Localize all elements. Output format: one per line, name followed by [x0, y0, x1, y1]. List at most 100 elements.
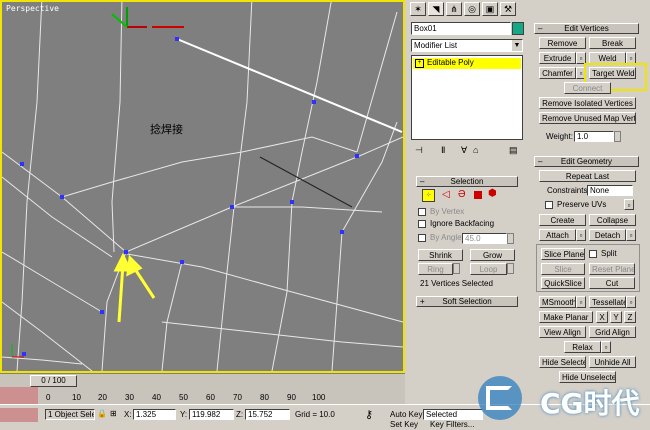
detach-settings-icon[interactable]: ▫ [626, 229, 636, 241]
chevron-down-icon[interactable]: ▼ [512, 40, 522, 51]
motion-tab-icon[interactable]: ◎ [464, 2, 480, 16]
detach-button[interactable]: Detach [589, 229, 626, 241]
remove-isolated-vertices-button[interactable]: Remove Isolated Vertices [539, 97, 636, 109]
by-vertex-checkbox[interactable] [418, 208, 426, 216]
key-icon[interactable]: ⚷ [365, 410, 373, 421]
slice-button[interactable]: Slice [541, 263, 585, 275]
border-mode-icon[interactable]: Ə [458, 190, 466, 200]
planar-y-button[interactable]: Y [610, 311, 622, 323]
soft-selection-rollout-header[interactable]: + Soft Selection [416, 296, 518, 307]
attach-list-icon[interactable]: ▫ [576, 229, 586, 241]
view-align-button[interactable]: View Align [539, 326, 586, 338]
configure-sets-icon[interactable]: ▤ [509, 145, 518, 155]
display-tab-icon[interactable]: ▣ [482, 2, 498, 16]
modifier-stack[interactable]: + Editable Poly [411, 55, 523, 140]
chamfer-button[interactable]: Chamfer [539, 67, 576, 79]
planar-z-button[interactable]: Z [624, 311, 636, 323]
ring-button[interactable]: Ring [418, 263, 453, 275]
time-slider-thumb[interactable]: 0 / 100 [30, 375, 77, 387]
grid-align-button[interactable]: Grid Align [589, 326, 636, 338]
x-coordinate-field[interactable]: 1.325 [133, 409, 176, 420]
create-tab-icon[interactable]: ✶ [410, 2, 426, 16]
shrink-button[interactable]: Shrink [418, 249, 463, 261]
by-angle-checkbox[interactable] [418, 234, 426, 242]
weight-field[interactable]: 1.0 [574, 131, 614, 142]
set-key-button[interactable]: Set Key [390, 420, 418, 430]
make-unique-icon[interactable]: ∀ [461, 145, 467, 155]
auto-key-button[interactable]: Auto Key [390, 410, 422, 420]
remove-unused-map-verts-button[interactable]: Remove Unused Map Verts [539, 112, 636, 124]
edit-geometry-rollout-header[interactable]: – Edit Geometry [534, 156, 639, 167]
stack-item-editable-poly[interactable]: + Editable Poly [413, 58, 521, 69]
remove-button[interactable]: Remove [539, 37, 586, 49]
tessellate-settings-icon[interactable]: ▫ [626, 296, 636, 308]
grow-button[interactable]: Grow [470, 249, 515, 261]
msmooth-button[interactable]: MSmooth [539, 296, 576, 308]
object-color-swatch[interactable] [512, 22, 524, 35]
utilities-tab-icon[interactable]: ⚒ [500, 2, 516, 16]
perspective-viewport[interactable]: Perspective 捻焊接 [0, 0, 405, 373]
time-slider-track[interactable]: 0 / 100 [0, 373, 405, 387]
relax-button[interactable]: Relax [564, 341, 601, 353]
remove-modifier-icon[interactable]: ⌂ [473, 145, 478, 155]
extrude-button[interactable]: Extrude [539, 52, 576, 64]
unhide-all-button[interactable]: Unhide All [589, 356, 636, 368]
modify-tab-icon[interactable]: ◥ [428, 2, 444, 16]
viewport-label[interactable]: Perspective [6, 4, 59, 13]
expand-icon[interactable]: + [415, 59, 424, 68]
preserve-uvs-checkbox[interactable] [545, 201, 553, 209]
show-end-result-icon[interactable]: Ⅱ [441, 145, 445, 155]
weight-spinner[interactable] [614, 131, 621, 142]
by-angle-field[interactable]: 45.0 [462, 233, 507, 244]
tick-label: 10 [72, 393, 81, 402]
timeline-ticks: 0 10 20 30 40 50 60 70 80 90 100 [46, 387, 401, 404]
polygon-mode-icon[interactable] [474, 191, 482, 199]
maxscript-listener[interactable] [0, 408, 38, 422]
attach-button[interactable]: Attach [539, 229, 576, 241]
transform-mode-icon[interactable]: ⊞ [110, 409, 117, 419]
collapse-button[interactable]: Collapse [589, 214, 636, 226]
tessellate-button[interactable]: Tessellate [589, 296, 626, 308]
vertex-mode-icon[interactable]: ⁘ [422, 189, 435, 202]
selection-rollout-header[interactable]: – Selection [416, 176, 518, 187]
object-name-field[interactable]: Box01 [411, 22, 511, 35]
split-checkbox[interactable] [589, 250, 597, 258]
z-coordinate-field[interactable]: 15.752 [245, 409, 290, 420]
y-coordinate-field[interactable]: 119.982 [189, 409, 234, 420]
modifier-list-dropdown[interactable]: Modifier List [411, 39, 523, 52]
expand-icon: + [420, 297, 425, 306]
angle-spinner[interactable] [507, 233, 514, 244]
tick-label: 20 [98, 393, 107, 402]
reset-plane-button[interactable]: Reset Plane [589, 263, 635, 275]
pin-stack-icon[interactable]: ⊣ [415, 145, 423, 155]
collapse-icon: – [538, 24, 543, 33]
edit-vertices-rollout-header[interactable]: – Edit Vertices [534, 23, 639, 34]
tick-label: 90 [287, 393, 296, 402]
quickslice-button[interactable]: QuickSlice [541, 277, 585, 289]
timeline-ruler[interactable]: 0 10 20 30 40 50 60 70 80 90 100 [0, 387, 405, 404]
break-button[interactable]: Break [589, 37, 636, 49]
element-mode-icon[interactable]: ⬢ [488, 189, 497, 199]
relax-settings-icon[interactable]: ▫ [601, 341, 611, 353]
repeat-last-button[interactable]: Repeat Last [539, 170, 636, 182]
create-button[interactable]: Create [539, 214, 586, 226]
msmooth-settings-icon[interactable]: ▫ [576, 296, 586, 308]
slice-plane-button[interactable]: Slice Plane [541, 248, 585, 260]
constraints-dropdown[interactable]: None [587, 185, 633, 196]
key-mode-dropdown[interactable]: Selected [423, 409, 483, 420]
edge-mode-icon[interactable]: ◁ [442, 190, 450, 200]
hierarchy-tab-icon[interactable]: ⋔ [446, 2, 462, 16]
by-angle-label: By Angle: [430, 233, 464, 242]
cut-button[interactable]: Cut [589, 277, 635, 289]
make-planar-button[interactable]: Make Planar [539, 311, 593, 323]
loop-spinner[interactable] [507, 263, 514, 274]
connect-button[interactable]: Connect [564, 82, 611, 94]
key-filters-button[interactable]: Key Filters... [430, 420, 474, 430]
hide-selected-button[interactable]: Hide Selected [539, 356, 586, 368]
planar-x-button[interactable]: X [596, 311, 608, 323]
lock-icon[interactable]: 🔒 [97, 409, 107, 419]
ignore-backfacing-checkbox[interactable] [418, 220, 426, 228]
preserve-uvs-settings-icon[interactable]: ▫ [624, 199, 634, 210]
ring-spinner[interactable] [453, 263, 460, 274]
loop-button[interactable]: Loop [470, 263, 507, 275]
